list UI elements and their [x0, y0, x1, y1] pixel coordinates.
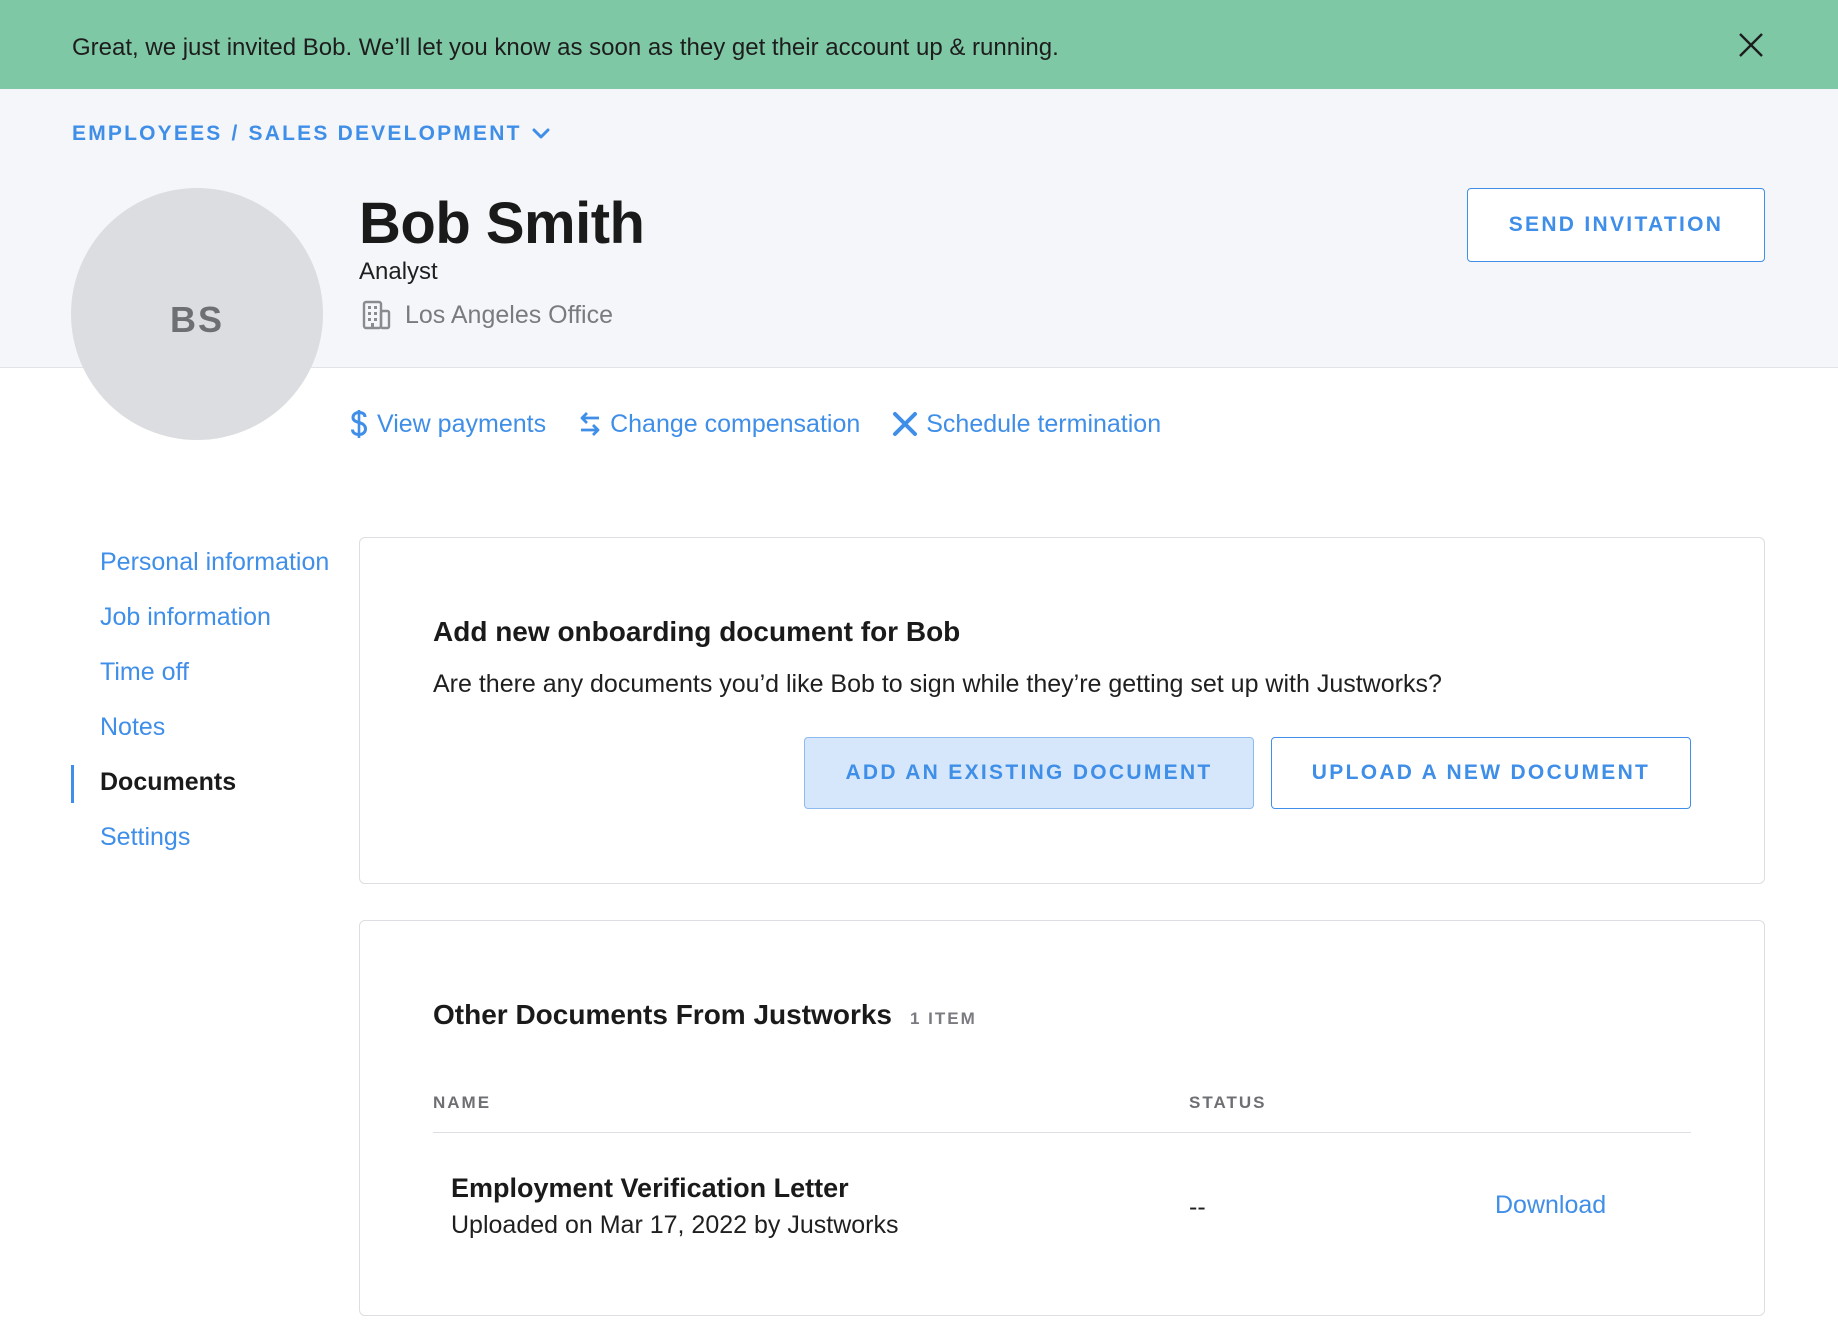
x-icon — [893, 412, 918, 436]
column-header-name: NAME — [433, 1093, 492, 1112]
upload-new-document-button[interactable]: UPLOAD A NEW DOCUMENT — [1271, 737, 1691, 809]
other-documents-card: Other Documents From Justworks 1 ITEM NA… — [359, 920, 1765, 1316]
schedule-termination-link[interactable]: Schedule termination — [892, 410, 1161, 439]
swap-arrows-icon — [580, 412, 600, 436]
other-documents-title: Other Documents From Justworks — [433, 999, 892, 1030]
view-payments-label: View payments — [377, 409, 547, 438]
sidenav-item-time-off[interactable]: Time off — [71, 647, 329, 702]
onboarding-document-card: Add new onboarding document for Bob Are … — [359, 537, 1765, 884]
sidenav-item-personal-information[interactable]: Personal information — [71, 537, 329, 592]
change-compensation-label: Change compensation — [610, 409, 861, 438]
send-invitation-button[interactable]: SEND INVITATION — [1467, 188, 1765, 262]
banner-message: Great, we just invited Bob. We’ll let yo… — [72, 34, 1059, 61]
sidenav-item-documents[interactable]: Documents — [71, 757, 329, 812]
item-count-badge: 1 ITEM — [909, 1009, 977, 1028]
table-divider — [433, 1132, 1691, 1133]
download-link[interactable]: Download — [1495, 1191, 1606, 1220]
other-documents-heading: Other Documents From Justworks 1 ITEM — [433, 999, 977, 1031]
sidenav-item-notes[interactable]: Notes — [71, 702, 329, 757]
dollar-icon — [351, 410, 368, 438]
sidenav-item-job-information[interactable]: Job information — [71, 592, 329, 647]
breadcrumb-employees[interactable]: EMPLOYEES — [72, 122, 223, 146]
employee-title: Analyst — [359, 258, 438, 285]
breadcrumb: EMPLOYEES / SALES DEVELOPMENT — [72, 122, 550, 146]
employee-name: Bob Smith — [359, 191, 645, 256]
schedule-termination-label: Schedule termination — [926, 409, 1162, 438]
close-icon[interactable] — [1736, 30, 1766, 60]
breadcrumb-department[interactable]: SALES DEVELOPMENT — [249, 122, 522, 146]
breadcrumb-separator: / — [231, 122, 240, 145]
document-status: -- — [1189, 1193, 1206, 1221]
building-icon — [362, 300, 391, 330]
avatar: BS — [71, 188, 323, 440]
document-meta: Uploaded on Mar 17, 2022 by Justworks — [451, 1211, 899, 1239]
chevron-down-icon[interactable] — [532, 128, 550, 140]
document-name: Employment Verification Letter — [451, 1173, 849, 1203]
add-existing-document-button[interactable]: ADD AN EXISTING DOCUMENT — [804, 737, 1254, 809]
column-header-status: STATUS — [1189, 1093, 1267, 1112]
employee-actions: View payments Change compensation Schedu… — [349, 408, 1193, 440]
profile-sidenav: Personal information Job information Tim… — [71, 537, 329, 867]
employee-office: Los Angeles Office — [361, 300, 613, 330]
change-compensation-link[interactable]: Change compensation — [578, 410, 860, 439]
sidenav-item-settings[interactable]: Settings — [71, 812, 329, 867]
onboarding-description: Are there any documents you’d like Bob t… — [433, 670, 1442, 698]
view-payments-link[interactable]: View payments — [349, 408, 546, 440]
employee-office-label: Los Angeles Office — [405, 300, 614, 329]
success-banner: Great, we just invited Bob. We’ll let yo… — [0, 0, 1838, 89]
onboarding-title: Add new onboarding document for Bob — [433, 616, 961, 647]
